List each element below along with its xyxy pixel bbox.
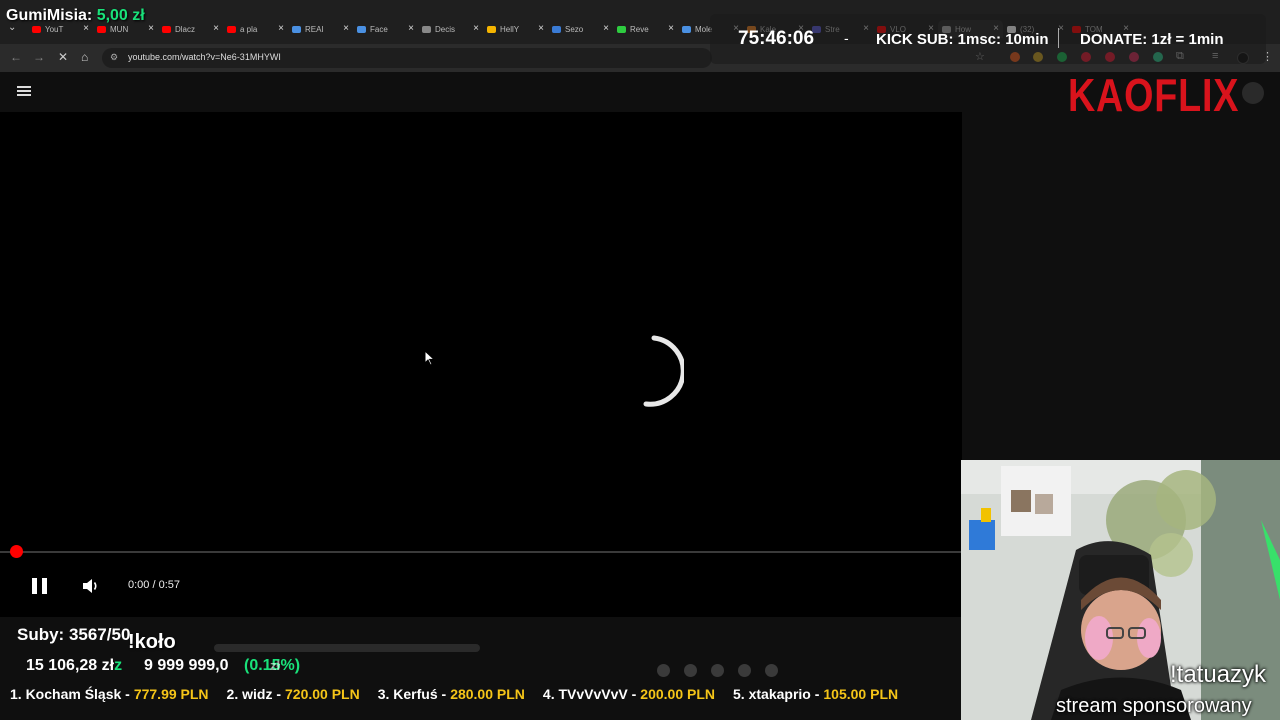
- site-info-icon[interactable]: ⚙: [110, 52, 118, 63]
- tab-close-icon[interactable]: ×: [473, 23, 479, 34]
- divider: [1058, 28, 1059, 48]
- tab-favicon-icon: [357, 25, 366, 33]
- goal-percent: (0.15%) zł: [244, 657, 300, 675]
- ticker-item: 5. xtakaprio -105.00 PLN: [733, 686, 898, 702]
- forward-arrow-icon[interactable]: →: [33, 50, 45, 64]
- goal-total: 9 999 999,0: [144, 657, 229, 674]
- carousel-dot: [684, 664, 697, 677]
- tab-close-icon[interactable]: ×: [603, 23, 609, 34]
- webcam-command: !tatuazyk: [1170, 661, 1267, 688]
- tab-close-icon[interactable]: ×: [538, 23, 544, 34]
- tab-label: Dlacz: [175, 24, 196, 34]
- tab-label: HellY: [500, 24, 520, 34]
- tab-label: Sezo: [565, 24, 584, 34]
- donor-name: GumiMisia:: [6, 7, 93, 24]
- donate-rate: DONATE: 1zł = 1min: [1080, 31, 1224, 48]
- browser-tab[interactable]: Dlacz ×: [158, 20, 223, 38]
- carousel-dots: [657, 664, 778, 677]
- url-text: youtube.com/watch?v=Ne6-31MHYWI: [128, 52, 281, 62]
- home-icon[interactable]: ⌂: [81, 50, 88, 64]
- kaoflix-logo: KAOFLIX: [1068, 69, 1240, 121]
- progress-bar[interactable]: [0, 551, 962, 553]
- ticker-item: 2. widz -720.00 PLN: [227, 686, 360, 702]
- tab-favicon-icon: [487, 25, 496, 33]
- carousel-dot: [765, 664, 778, 677]
- tab-favicon-icon: [97, 25, 106, 33]
- tab-favicon-icon: [292, 25, 301, 33]
- ticker-donor: 3. Kerfuś -: [377, 686, 447, 702]
- stop-loading-icon[interactable]: ✕: [58, 50, 68, 64]
- webcam-caption: stream sponsorowany: [1056, 695, 1252, 717]
- tab-favicon-icon: [422, 25, 431, 33]
- loading-spinner-icon: [643, 335, 684, 407]
- tab-favicon-icon: [682, 25, 691, 33]
- tab-close-icon[interactable]: ×: [668, 23, 674, 34]
- mouse-cursor-icon: [424, 350, 436, 366]
- tab-close-icon[interactable]: ×: [408, 23, 414, 34]
- hamburger-menu-icon[interactable]: [17, 86, 31, 96]
- ticker-donor: 5. xtakaprio -: [733, 686, 820, 702]
- tab-favicon-icon: [32, 25, 41, 33]
- ticker-item: 4. TVvVvVvV -200.00 PLN: [543, 686, 715, 702]
- tab-close-icon[interactable]: ×: [213, 23, 219, 34]
- tab-close-icon[interactable]: ×: [278, 23, 284, 34]
- ticker-amount: 280.00 PLN: [450, 686, 525, 702]
- tab-favicon-icon: [162, 25, 171, 33]
- time-display: 0:00 / 0:57: [128, 579, 180, 591]
- carousel-dot: [657, 664, 670, 677]
- money-suffix: z: [114, 657, 123, 674]
- tab-label: MUN: [110, 24, 129, 34]
- kick-sub-rate: KICK SUB: 1msc: 10min: [876, 31, 1049, 48]
- browser-tab[interactable]: REAI ×: [288, 20, 353, 38]
- back-arrow-icon[interactable]: ←: [10, 50, 22, 64]
- browser-tab[interactable]: Sezo ×: [548, 20, 613, 38]
- ticker-donor: 1. Kocham Śląsk -: [10, 686, 130, 702]
- tab-favicon-icon: [552, 25, 561, 33]
- ticker-amount: 777.99 PLN: [133, 686, 209, 702]
- ticker-donor: 2. widz -: [226, 686, 281, 702]
- progress-scrubber[interactable]: [10, 545, 23, 558]
- tab-label: YouT: [45, 24, 64, 34]
- volume-icon[interactable]: [82, 578, 100, 594]
- tab-label: Reve: [630, 24, 649, 34]
- timer-dash: -: [844, 30, 849, 46]
- account-avatar[interactable]: [1242, 82, 1264, 104]
- ticker-amount: 720.00 PLN: [285, 686, 360, 702]
- tab-favicon-icon: [227, 25, 236, 33]
- goal-progress-bar: [214, 644, 480, 652]
- subs-counter: Suby: 3567/50: [17, 625, 131, 644]
- browser-tab[interactable]: Face ×: [353, 20, 418, 38]
- carousel-dot: [711, 664, 724, 677]
- ticker-amount: 105.00 PLN: [823, 686, 899, 702]
- tab-label: Decis: [435, 24, 456, 34]
- browser-tab[interactable]: HellY ×: [483, 20, 548, 38]
- money-raised: 15 106,28 złz: [26, 657, 122, 675]
- carousel-dot: [738, 664, 751, 677]
- browser-tab[interactable]: a pla ×: [223, 20, 288, 38]
- ticker-amount: 200.00 PLN: [640, 686, 716, 702]
- tab-favicon-icon: [617, 25, 626, 33]
- ticker-item: 3. Kerfuś -280.00 PLN: [378, 686, 525, 702]
- latest-donation: GumiMisia: 5,00 zł: [6, 7, 145, 25]
- goal-currency: zł: [270, 658, 281, 673]
- browser-tab[interactable]: Reve ×: [613, 20, 678, 38]
- money-value: 15 106,28 zł: [26, 657, 115, 674]
- pause-button[interactable]: [32, 578, 48, 594]
- tab-label: a pla: [240, 24, 258, 34]
- tab-label: Face: [370, 24, 388, 34]
- wheel-command: !koło: [128, 631, 176, 653]
- subathon-timer: 75:46:06: [738, 28, 815, 49]
- donation-amount: 5,00 zł: [96, 7, 145, 24]
- browser-tab[interactable]: Decis ×: [418, 20, 483, 38]
- top-donors-ticker: 1. Kocham Śląsk -777.99 PLN 2. widz -720.…: [0, 686, 965, 712]
- tab-close-icon[interactable]: ×: [148, 23, 154, 34]
- ticker-donor: 4. TVvVvVvV -: [542, 686, 637, 702]
- tab-label: REAI: [305, 24, 324, 34]
- ticker-item: 1. Kocham Śląsk -777.99 PLN: [10, 686, 209, 702]
- tab-close-icon[interactable]: ×: [343, 23, 349, 34]
- video-player[interactable]: [0, 112, 962, 617]
